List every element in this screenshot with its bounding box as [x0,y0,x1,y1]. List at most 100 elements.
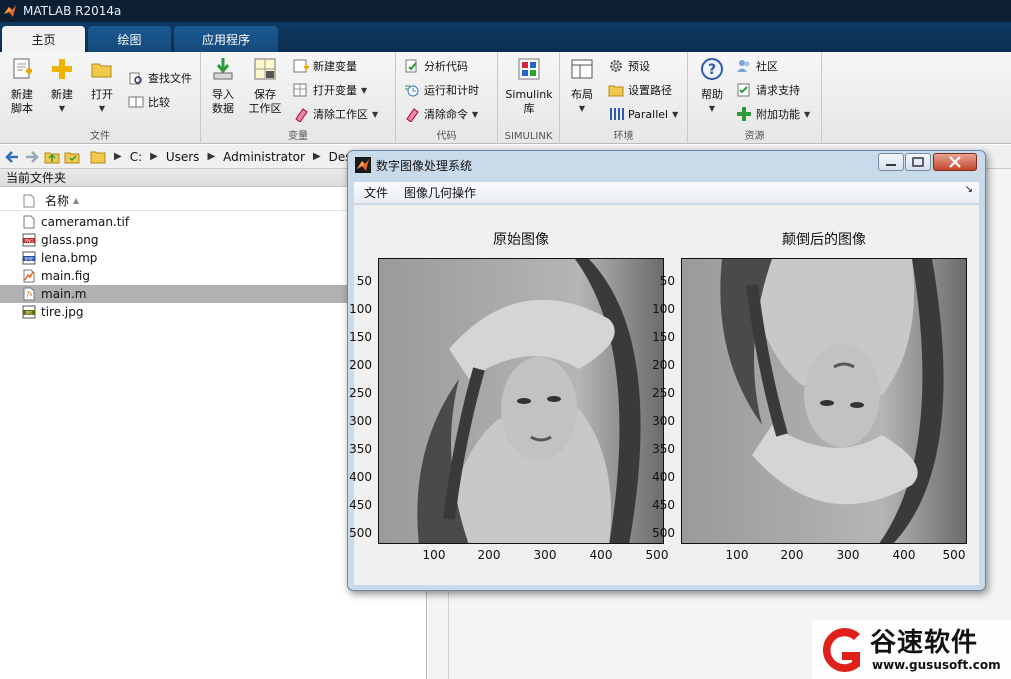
import-data-label: 导入 数据 [212,88,234,115]
save-workspace-icon [254,58,276,80]
find-files-icon [129,72,142,85]
path-separator-icon: ▶ [207,151,216,162]
forward-arrow-icon[interactable] [24,149,40,165]
x-tick-label: 200 [780,548,804,562]
import-data-icon [213,58,233,80]
parallel-dropdown-icon: ▼ [672,109,679,119]
find-files-button[interactable]: 查找文件 [128,68,192,88]
breadcrumb-drive[interactable]: C: [130,150,142,164]
dock-figure-icon[interactable]: ↘ [965,184,973,195]
gear-icon [610,60,622,72]
y-tick-label: 400 [349,470,372,484]
add-ons-button[interactable]: 附加功能 ▼ [736,104,810,124]
jpg-file-icon: JPG [22,305,36,319]
clear-workspace-dropdown-icon: ▼ [372,109,379,119]
original-image-axes [378,258,664,544]
y-tick-label: 500 [652,526,675,540]
help-icon: ? [701,58,723,80]
clear-workspace-icon [295,108,308,122]
add-ons-plus-icon [737,107,751,121]
browse-folder-icon[interactable] [64,149,80,165]
menu-geometric-operations[interactable]: 图像几何操作 [404,184,476,201]
y-tick-label: 100 [652,302,675,316]
watermark-brand: 谷速软件 [870,628,979,658]
simulink-library-button[interactable]: Simulink 库 [504,56,554,116]
open-button[interactable]: 打开 ▼ [84,56,120,116]
import-data-button[interactable]: 导入 数据 [205,56,241,116]
minimize-button[interactable] [878,153,904,171]
tab-apps[interactable]: 应用程序 [174,26,278,52]
analyze-code-button[interactable]: 分析代码 [404,56,468,76]
x-tick-label: 400 [892,548,916,562]
open-variable-dropdown-icon: ▼ [361,85,368,95]
tab-home[interactable]: 主页 [2,26,85,52]
clear-commands-button[interactable]: 清除命令 ▼ [404,104,478,124]
tab-plots[interactable]: 绘图 [88,26,171,52]
svg-text:?: ? [708,62,716,78]
environment-group: 布局 ▼ 预设 设置路径 Parallel ▼ 环境 [560,52,688,144]
run-and-time-icon [405,85,419,97]
layout-button[interactable]: 布局 ▼ [564,56,600,116]
community-button[interactable]: 社区 [736,56,778,76]
layout-icon [571,59,593,79]
run-and-time-button[interactable]: 运行和计时 [404,80,479,100]
compare-button[interactable]: 比较 [128,92,170,112]
set-path-label: 设置路径 [628,84,672,97]
new-variable-button[interactable]: 新建变量 [293,56,357,76]
matlab-figure-logo-icon [355,157,371,173]
watermark: 谷速软件 www.gususoft.com [812,620,1011,679]
breadcrumb-administrator[interactable]: Administrator [223,150,305,164]
new-script-button[interactable]: 新建 脚本 [4,56,40,116]
request-support-label: 请求支持 [756,84,800,97]
save-workspace-button[interactable]: 保存 工作区 [247,56,283,116]
matlab-logo-icon [4,5,16,17]
window-title: MATLAB R2014a [23,4,122,18]
back-arrow-icon[interactable] [4,149,20,165]
code-group-label: 代码 [436,131,457,142]
y-tick-label: 350 [349,442,372,456]
up-folder-icon[interactable] [44,149,60,165]
compare-icon [128,96,144,108]
maximize-button[interactable] [905,153,931,171]
path-separator-icon: ▶ [114,151,122,162]
y-tick-label: 250 [652,386,675,400]
new-dropdown-icon: ▼ [58,104,66,113]
menu-file[interactable]: 文件 [364,184,388,201]
figure-title: 数字图像处理系统 [376,158,473,173]
tif-file-icon [23,215,35,229]
gususoft-logo-icon [822,628,860,672]
compare-label: 比较 [148,96,170,109]
x-tick-label: 500 [645,548,669,562]
clear-commands-icon [406,108,419,122]
clear-workspace-button[interactable]: 清除工作区 ▼ [293,104,378,124]
set-path-button[interactable]: 设置路径 [608,80,672,100]
breadcrumb-users[interactable]: Users [166,150,200,164]
close-icon [949,156,961,168]
tab-label: 应用程序 [201,32,250,47]
new-button[interactable]: 新建 ▼ [44,56,80,116]
help-label: 帮助 [701,88,723,101]
add-ons-label: 附加功能 [756,108,800,121]
svg-text:PNG: PNG [25,238,34,243]
open-variable-button[interactable]: 打开变量 ▼ [293,80,367,100]
parallel-button[interactable]: Parallel ▼ [608,104,678,124]
close-button[interactable] [933,153,977,171]
help-button[interactable]: ? 帮助 ▼ [694,56,730,116]
new-variable-icon [293,59,309,73]
figure-title-bar[interactable]: 数字图像处理系统 [348,151,985,179]
resources-group-label: 资源 [744,131,765,142]
x-tick-label: 200 [477,548,501,562]
request-support-button[interactable]: 请求支持 [736,80,800,100]
preferences-label: 预设 [628,60,650,73]
new-script-label: 新建 脚本 [11,88,33,115]
watermark-url: www.gususoft.com [872,658,1001,672]
file-column-icon [23,194,35,207]
y-tick-label: 400 [652,470,675,484]
simulink-group-label: SIMULINK [504,131,553,142]
tab-label: 绘图 [117,32,142,47]
y-tick-label: 350 [652,442,675,456]
open-variable-label: 打开变量 [313,84,357,97]
open-dropdown-icon: ▼ [98,104,106,113]
preferences-button[interactable]: 预设 [608,56,650,76]
y-tick-label: 450 [652,498,675,512]
